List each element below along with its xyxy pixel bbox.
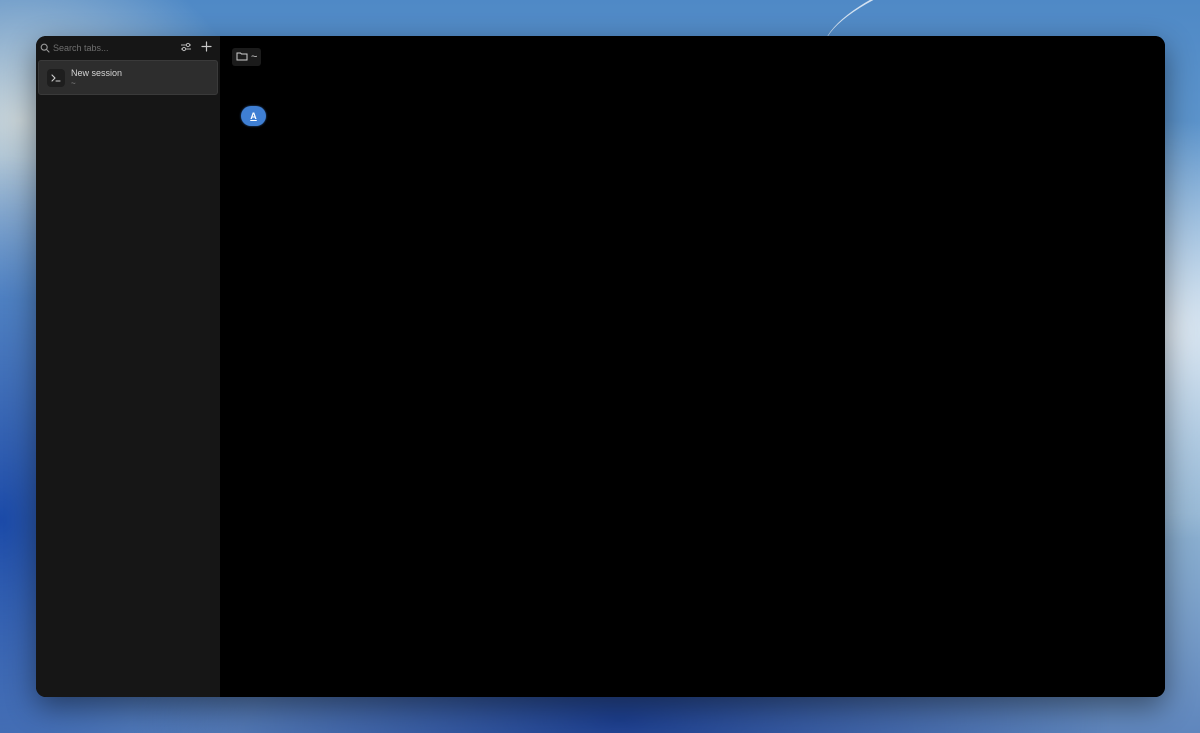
sidebar-toolbar <box>36 36 220 60</box>
new-tab-button[interactable] <box>198 40 214 56</box>
session-subtitle: ~ <box>71 78 76 88</box>
search-box[interactable] <box>38 42 174 55</box>
session-text: New session ~ <box>71 68 122 88</box>
terminal-app-window: New session ~ ~ A <box>36 36 1165 697</box>
plus-icon <box>200 39 212 57</box>
filter-button[interactable] <box>178 40 194 56</box>
working-directory-chip[interactable]: ~ <box>232 48 262 66</box>
folder-icon <box>236 48 248 66</box>
agent-badge-label: A <box>250 111 257 121</box>
agent-badge[interactable]: A <box>241 106 266 126</box>
search-tabs-input[interactable] <box>53 43 163 53</box>
terminal-pane[interactable]: ~ A <box>220 36 1165 697</box>
tabs-sidebar: New session ~ <box>36 36 220 697</box>
session-title: New session <box>71 67 123 78</box>
sliders-icon <box>180 39 192 57</box>
search-icon <box>38 42 51 55</box>
terminal-icon <box>47 68 65 87</box>
session-item[interactable]: New session ~ <box>38 60 218 95</box>
directory-label: ~ <box>251 51 258 63</box>
